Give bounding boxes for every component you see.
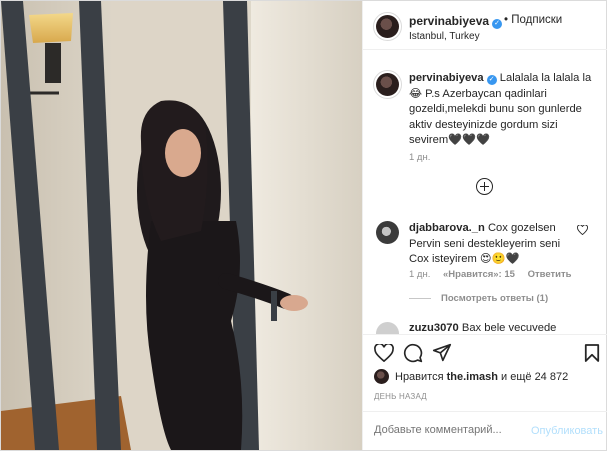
comment-icon[interactable] (403, 343, 423, 363)
instagram-post: pervinabiyeva ✓ • Подписки Istanbul, Turk… (0, 0, 607, 451)
caption-username[interactable]: pervinabiyeva (409, 72, 484, 84)
comment-time[interactable]: 1 дн. (409, 269, 430, 280)
post-actions: Нравится the.imash и ещё 24 872 ДЕНЬ НАЗ… (363, 334, 607, 450)
username-text[interactable]: pervinabiyeva (409, 14, 489, 28)
comment-username[interactable]: zuzu3070 (409, 322, 459, 334)
comment-text: Bax bele vecuvede (461, 322, 557, 334)
publish-button[interactable]: Опубликовать (531, 425, 603, 437)
separator-dot: • (504, 14, 509, 26)
post-sidebar: pervinabiyeva ✓ • Подписки Istanbul, Turk… (362, 1, 607, 450)
post-photo[interactable] (1, 1, 362, 450)
caption-avatar[interactable] (376, 73, 399, 96)
likes-suffix[interactable]: и ещё 24 872 (498, 371, 568, 383)
header-username[interactable]: pervinabiyeva ✓ (409, 14, 503, 29)
reply-button[interactable]: Ответить (528, 269, 572, 280)
comment-2-clip: zuzu3070 Bax bele vecuvede (363, 319, 607, 334)
comment-1: djabbarova._n Cox gozelsen Pervin seni d… (409, 221, 579, 268)
follow-status[interactable]: • Подписки (504, 14, 562, 26)
comment-meta: 1 дн. «Нравится»: 15 Ответить (409, 269, 571, 280)
heart-icon[interactable] (374, 344, 394, 362)
share-icon[interactable] (432, 343, 452, 362)
follow-button[interactable]: Подписки (511, 14, 562, 26)
photo-illustration (1, 1, 362, 450)
verified-badge-icon: ✓ (492, 19, 503, 29)
comment-input[interactable] (374, 424, 524, 436)
caption-time[interactable]: 1 дн. (409, 152, 430, 163)
liked-by-username[interactable]: the.imash (447, 371, 498, 383)
plus-circle-icon[interactable] (476, 178, 493, 195)
replies-divider (409, 298, 431, 299)
liker-avatar[interactable] (374, 369, 389, 384)
avatar[interactable] (376, 15, 399, 38)
heart-icon[interactable] (577, 224, 588, 238)
post-header: pervinabiyeva ✓ • Подписки Istanbul, Turk… (363, 1, 607, 50)
comment-avatar[interactable] (376, 322, 399, 334)
add-comment-bar: Опубликовать (363, 411, 607, 451)
likes-summary[interactable]: Нравится the.imash и ещё 24 872 (395, 371, 568, 383)
caption-verified-badge-icon: ✓ (486, 75, 497, 85)
comment-avatar[interactable] (376, 221, 399, 244)
caption: pervinabiyeva ✓ Lalalala la lalala la😂 P.… (409, 71, 599, 149)
location-link[interactable]: Istanbul, Turkey (409, 31, 480, 42)
comment-likes[interactable]: «Нравится»: 15 (443, 269, 515, 280)
likes-prefix: Нравится (395, 371, 447, 383)
post-time[interactable]: ДЕНЬ НАЗАД (374, 392, 427, 401)
comment-2: zuzu3070 Bax bele vecuvede (409, 321, 599, 334)
bookmark-icon[interactable] (584, 343, 600, 363)
view-replies-button[interactable]: Посмотреть ответы (1) (441, 293, 548, 304)
comment-username[interactable]: djabbarova._n (409, 222, 485, 234)
